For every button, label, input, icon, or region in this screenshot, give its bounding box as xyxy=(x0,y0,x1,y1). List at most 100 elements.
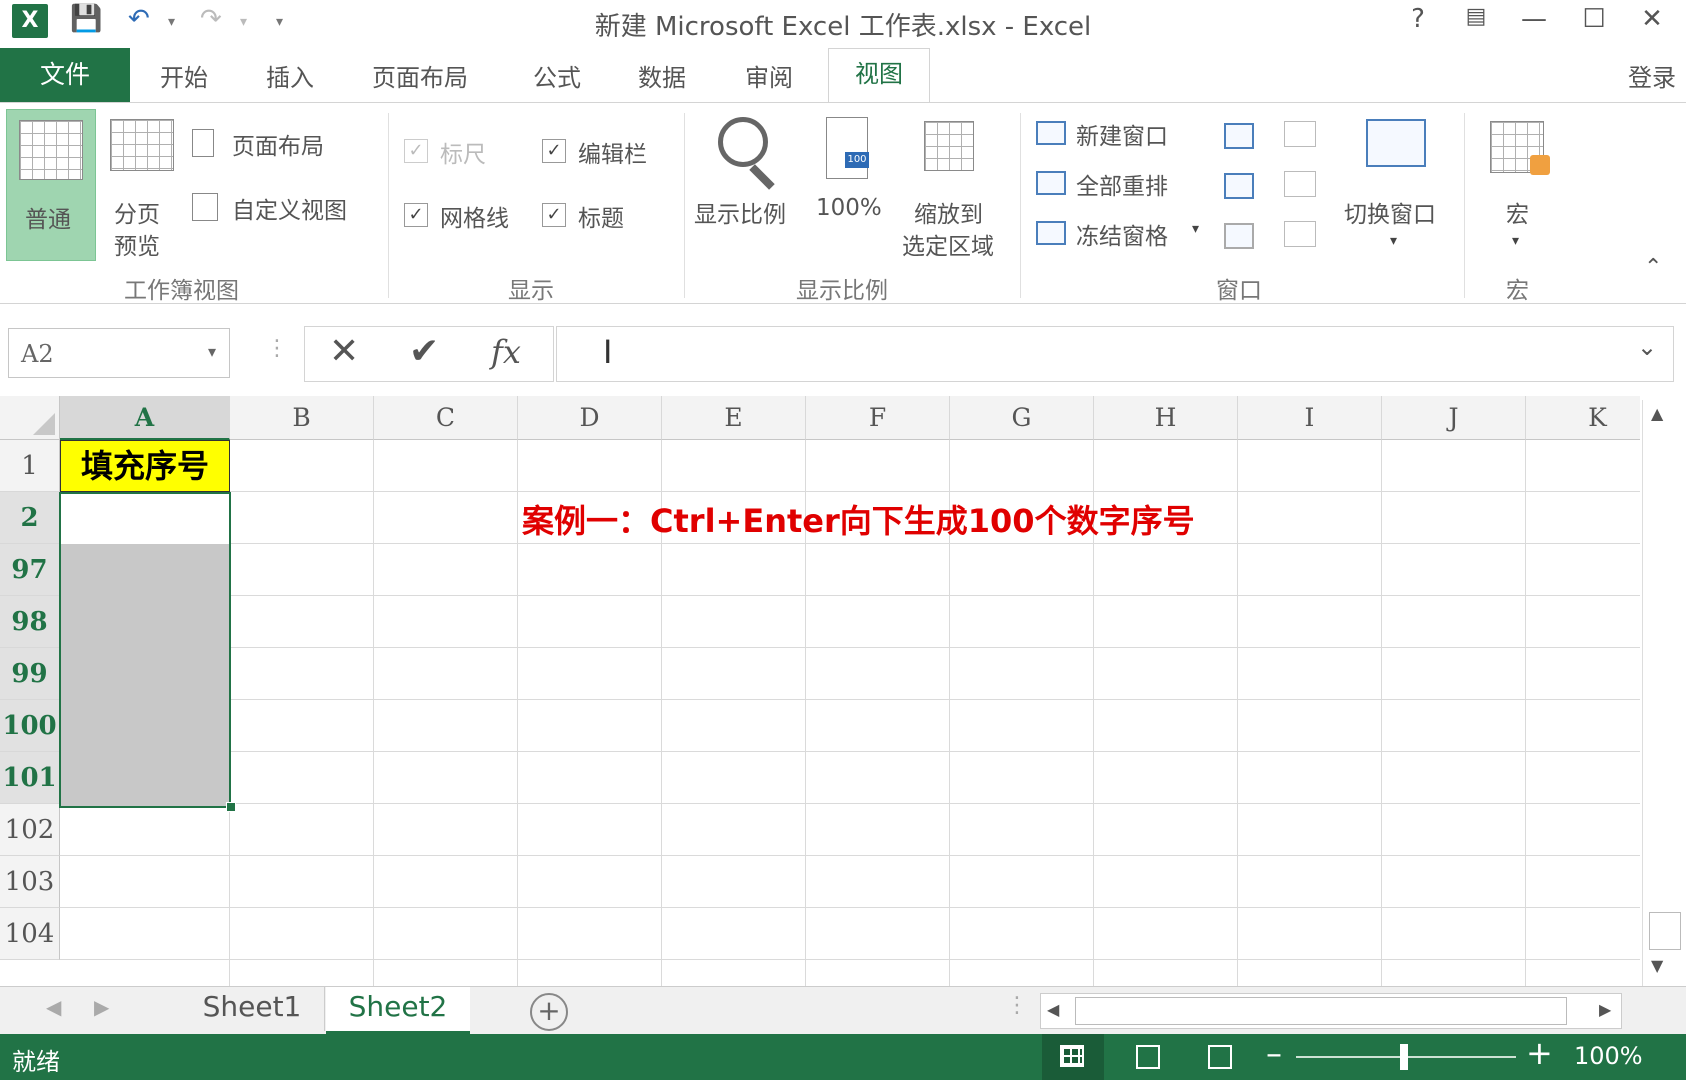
scroll-up-icon[interactable]: ▲ xyxy=(1651,404,1663,423)
sign-in-link[interactable]: 登录 xyxy=(1628,58,1676,93)
cancel-entry-icon[interactable]: ✕ xyxy=(329,331,359,372)
column-header-a[interactable]: A xyxy=(60,396,230,440)
reset-position-icon[interactable] xyxy=(1284,221,1316,247)
tab-view[interactable]: 视图 xyxy=(828,48,930,103)
enter-check-icon[interactable]: ✔ xyxy=(409,331,439,372)
hscroll-left-icon[interactable]: ◀ xyxy=(1047,1000,1059,1019)
zoom-in-button[interactable]: + xyxy=(1526,1034,1553,1072)
zoom-to-selection-icon xyxy=(924,121,974,171)
formula-buttons: ✕ ✔ fx xyxy=(304,326,554,382)
separator xyxy=(1020,113,1021,298)
switch-windows-button[interactable]: 切换窗口 ▾ xyxy=(1340,109,1456,259)
column-header-e[interactable]: E xyxy=(662,396,806,440)
macros-button[interactable]: 宏 ▾ xyxy=(1476,109,1566,259)
zoom-out-button[interactable]: – xyxy=(1266,1034,1282,1072)
separator xyxy=(388,113,389,298)
hscroll-right-icon[interactable]: ▶ xyxy=(1599,1000,1611,1019)
view-side-by-side-icon[interactable] xyxy=(1284,121,1316,147)
grid-column-line xyxy=(517,440,518,986)
sheet-tab-sheet2[interactable]: Sheet2 xyxy=(326,987,470,1034)
row-header-99[interactable]: 99 xyxy=(0,648,60,700)
page-break-label-1: 分页 xyxy=(114,202,160,228)
sheet-scroll-right-icon[interactable]: ▶ xyxy=(94,995,109,1019)
zoom-button[interactable]: 显示比例 xyxy=(692,109,804,259)
separator xyxy=(684,113,685,298)
grid-row-line xyxy=(60,595,1640,596)
maximize-button[interactable]: ☐ xyxy=(1574,4,1614,34)
row-header-1[interactable]: 1 xyxy=(0,440,60,492)
zoom-to-selection-button[interactable]: 缩放到 选定区域 xyxy=(898,109,1010,260)
arrange-all-icon xyxy=(1036,171,1066,195)
tab-page-layout[interactable]: 页面布局 xyxy=(372,58,468,93)
tab-split-grip-icon[interactable]: ⋮ xyxy=(1006,993,1028,1018)
cell-a1[interactable]: 填充序号 xyxy=(60,440,230,492)
formula-input[interactable]: I ⌄ xyxy=(556,326,1674,382)
sheet-tab-sheet1[interactable]: Sheet1 xyxy=(180,987,325,1031)
headings-checkbox[interactable]: ✓ xyxy=(542,203,566,227)
minimize-button[interactable]: — xyxy=(1514,4,1554,34)
row-header-100[interactable]: 100 xyxy=(0,700,60,752)
page-break-status-icon[interactable] xyxy=(1208,1045,1232,1069)
tab-data[interactable]: 数据 xyxy=(638,58,686,93)
zoom-level[interactable]: 100% xyxy=(1574,1042,1643,1070)
zoom-slider-thumb[interactable] xyxy=(1400,1044,1408,1070)
row-header-101[interactable]: 101 xyxy=(0,752,60,804)
sync-scrolling-icon[interactable] xyxy=(1284,171,1316,197)
split-icon[interactable] xyxy=(1224,123,1254,149)
tab-review[interactable]: 审阅 xyxy=(745,58,793,93)
close-button[interactable]: ✕ xyxy=(1632,4,1672,34)
vertical-scrollbar[interactable]: ▲ ▼ xyxy=(1642,400,1686,986)
scroll-down-icon[interactable]: ▼ xyxy=(1651,956,1663,975)
insert-function-icon[interactable]: fx xyxy=(491,333,521,371)
normal-view-button[interactable]: 普通 xyxy=(6,109,96,261)
ribbon-display-options-icon[interactable]: ▤ xyxy=(1456,4,1496,29)
page-break-preview-button[interactable]: 分页 预览 xyxy=(104,109,180,260)
page-layout-status-icon[interactable] xyxy=(1136,1045,1160,1069)
scroll-thumb[interactable] xyxy=(1649,912,1681,950)
row-header-103[interactable]: 103 xyxy=(0,856,60,908)
zoom-100-button[interactable]: 100 100% xyxy=(812,109,892,259)
column-header-c[interactable]: C xyxy=(374,396,518,440)
name-box-dropdown-icon[interactable]: ▾ xyxy=(208,342,216,361)
tab-home[interactable]: 开始 xyxy=(160,58,208,93)
tab-file[interactable]: 文件 xyxy=(0,48,130,102)
column-header-f[interactable]: F xyxy=(806,396,950,440)
row-header-104[interactable]: 104 xyxy=(0,908,60,960)
row-header-2[interactable]: 2 xyxy=(0,492,60,544)
column-header-j[interactable]: J xyxy=(1382,396,1526,440)
column-header-k[interactable]: K xyxy=(1526,396,1640,440)
name-box[interactable]: A2 xyxy=(8,328,230,378)
unhide-window-icon[interactable] xyxy=(1224,223,1254,249)
collapse-ribbon-icon[interactable]: ⌃ xyxy=(1644,255,1662,280)
fill-handle[interactable] xyxy=(226,802,236,812)
sheet-scroll-left-icon[interactable]: ◀ xyxy=(46,995,61,1019)
column-header-i[interactable]: I xyxy=(1238,396,1382,440)
ruler-checkbox[interactable]: ✓ xyxy=(404,139,428,163)
help-button[interactable]: ? xyxy=(1398,4,1438,34)
switch-windows-label: 切换窗口 xyxy=(1344,202,1436,228)
gridlines-checkbox[interactable]: ✓ xyxy=(404,203,428,227)
status-ready: 就绪 xyxy=(12,1048,60,1076)
select-all-corner[interactable] xyxy=(0,396,60,440)
grid-row-line xyxy=(60,647,1640,648)
title-bar: X 💾 ↶ ▾ ↷ ▾ ▾ 新建 Microsoft Excel 工作表.xls… xyxy=(0,0,1686,42)
row-header-98[interactable]: 98 xyxy=(0,596,60,648)
column-header-b[interactable]: B xyxy=(230,396,374,440)
row-header-97[interactable]: 97 xyxy=(0,544,60,596)
horizontal-scrollbar[interactable]: ◀ ▶ xyxy=(1040,993,1622,1029)
hscroll-thumb[interactable] xyxy=(1075,997,1567,1025)
new-sheet-button[interactable]: + xyxy=(530,993,568,1031)
tab-formulas[interactable]: 公式 xyxy=(533,58,581,93)
column-header-g[interactable]: G xyxy=(950,396,1094,440)
normal-view-status-icon[interactable] xyxy=(1042,1034,1104,1080)
worksheet-grid[interactable]: ABCDEFGHIJK 1 2 97 98 99 100 101 102 103 104 填充序号… xyxy=(0,396,1640,986)
tab-insert[interactable]: 插入 xyxy=(266,58,314,93)
column-header-d[interactable]: D xyxy=(518,396,662,440)
zoom-label: 显示比例 xyxy=(694,202,786,228)
expand-formula-bar-icon[interactable]: ⌄ xyxy=(1637,333,1657,361)
row-header-102[interactable]: 102 xyxy=(0,804,60,856)
hide-window-icon[interactable] xyxy=(1224,173,1254,199)
switch-dropdown-icon: ▾ xyxy=(1390,233,1398,249)
formula-bar-checkbox[interactable]: ✓ xyxy=(542,139,566,163)
column-header-h[interactable]: H xyxy=(1094,396,1238,440)
